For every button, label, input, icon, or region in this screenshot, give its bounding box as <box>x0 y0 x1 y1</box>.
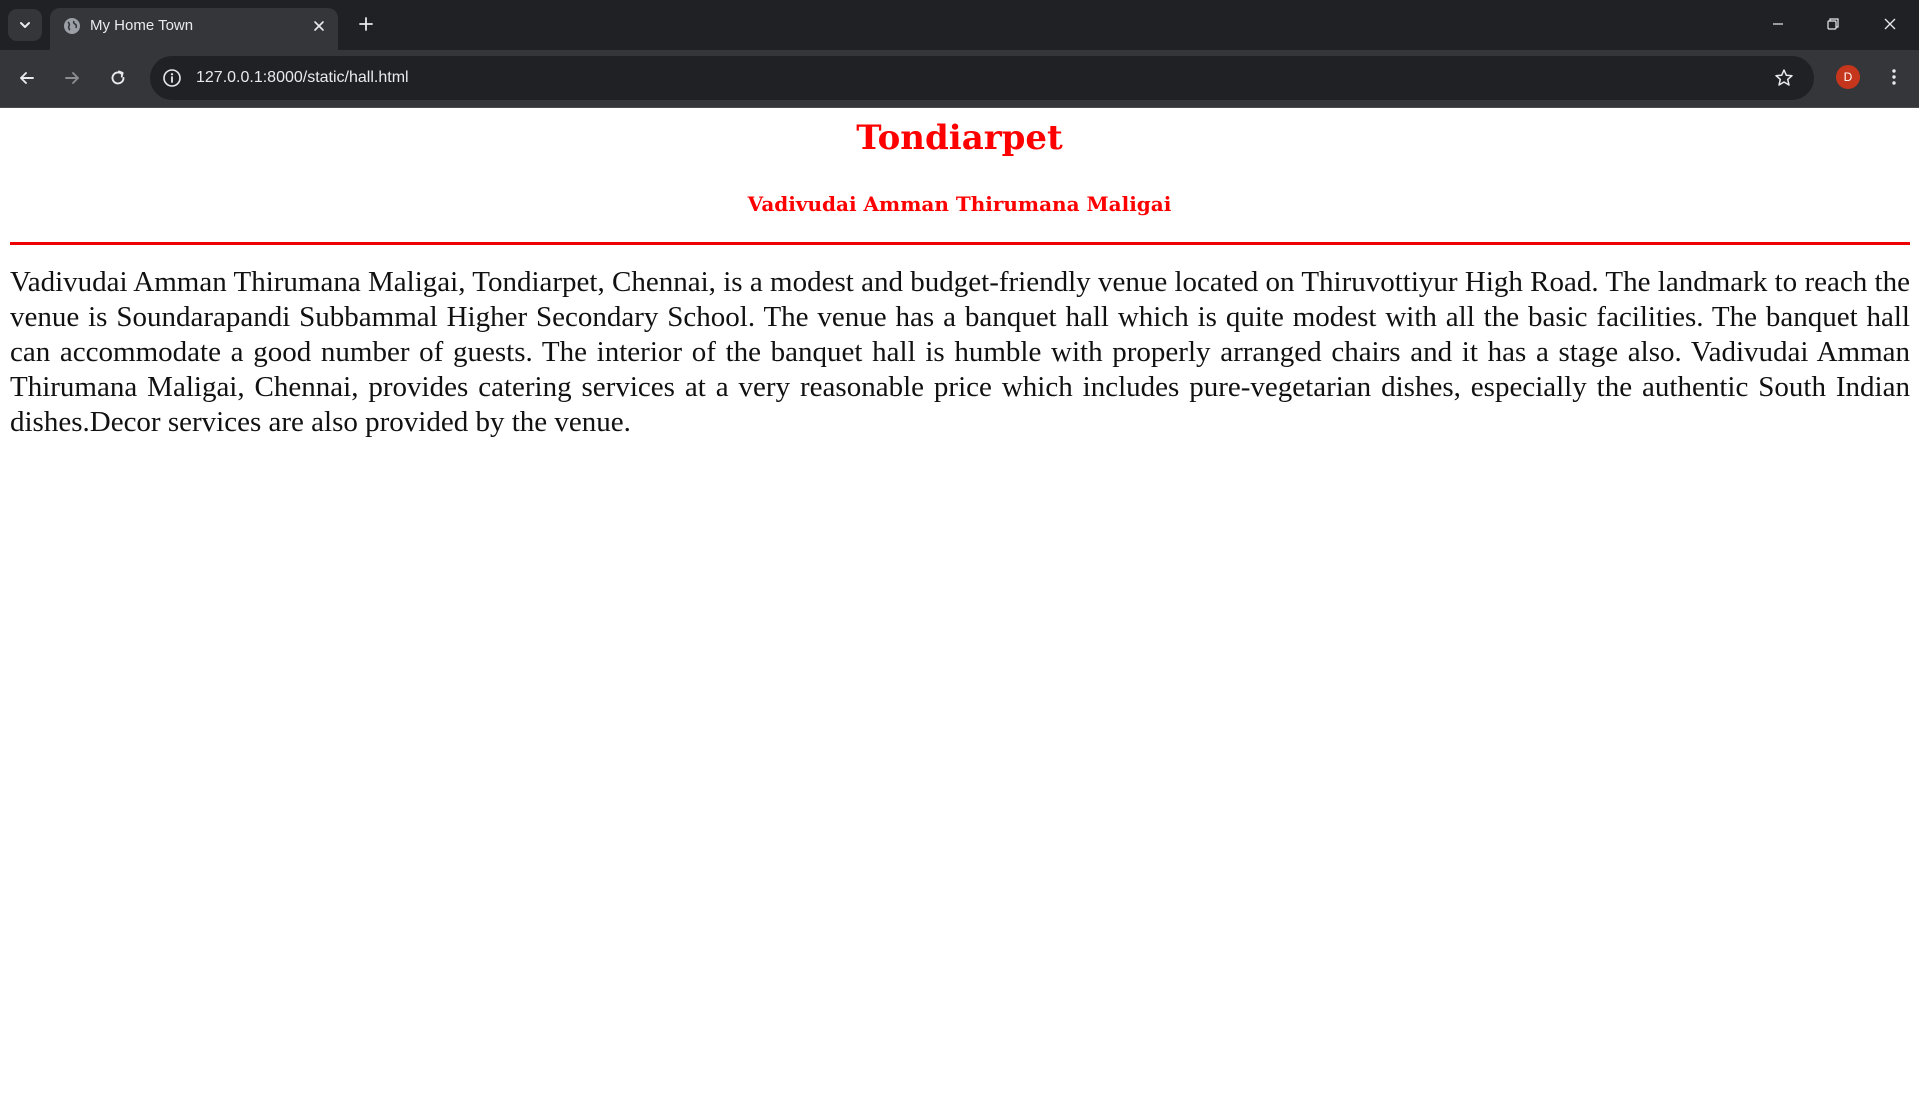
horizontal-rule <box>10 242 1910 245</box>
close-icon <box>1884 18 1896 30</box>
site-info-button[interactable] <box>160 66 184 90</box>
page-title: Tondiarpet <box>856 118 1063 158</box>
chevron-down-icon <box>20 22 30 28</box>
close-window-button[interactable] <box>1870 6 1910 42</box>
minimize-icon <box>1773 23 1783 25</box>
minimize-button[interactable] <box>1758 6 1798 42</box>
tab-title: My Home Town <box>90 17 194 34</box>
back-button[interactable] <box>11 62 43 94</box>
active-tab[interactable]: My Home Town <box>50 8 338 50</box>
venue-heading: Vadivudai Amman Thirumana Maligai <box>747 192 1172 216</box>
restore-icon <box>1827 18 1839 30</box>
tab-search-button[interactable] <box>8 9 42 41</box>
url-text: 127.0.0.1:8000/static/hall.html <box>196 69 409 86</box>
forward-button[interactable] <box>56 62 88 94</box>
browser-toolbar: 127.0.0.1:8000/static/hall.html D <box>0 50 1919 108</box>
restore-button[interactable] <box>1813 6 1853 42</box>
new-tab-button[interactable] <box>352 10 380 38</box>
info-icon <box>163 69 181 87</box>
venue-description: Vadivudai Amman Thirumana Maligai, Tondi… <box>10 266 1910 438</box>
more-vertical-icon <box>1892 69 1896 85</box>
browser-menu-button[interactable] <box>1880 63 1908 91</box>
plus-icon <box>359 17 373 31</box>
arrow-right-icon <box>65 72 79 84</box>
globe-icon <box>64 18 80 34</box>
reload-icon <box>111 70 125 85</box>
address-bar[interactable]: 127.0.0.1:8000/static/hall.html <box>150 56 1814 100</box>
tab-close-button[interactable] <box>309 16 329 36</box>
reload-button[interactable] <box>102 62 134 94</box>
arrow-left-icon <box>20 72 34 84</box>
close-icon <box>314 21 324 31</box>
star-icon <box>1775 69 1793 86</box>
page-content: Tondiarpet Vadivudai Amman Thirumana Mal… <box>0 108 1919 1104</box>
browser-tabstrip: My Home Town <box>0 0 1919 50</box>
bookmark-button[interactable] <box>1772 66 1796 90</box>
profile-avatar[interactable]: D <box>1836 65 1860 89</box>
